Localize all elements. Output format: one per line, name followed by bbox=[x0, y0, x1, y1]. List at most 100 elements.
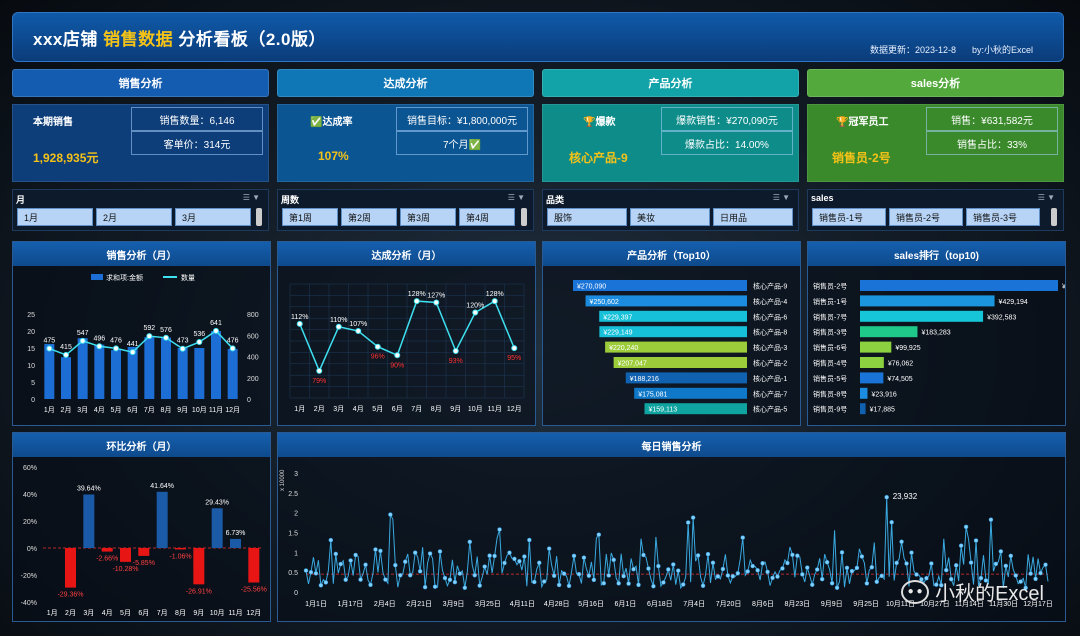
slicer-sales: sales ☰ ▼ 销售员-1号 销售员-2号 销售员-3号 bbox=[807, 189, 1064, 231]
panel-achieve-month: 达成分析（月） 112% 79% 110% 107% 96% 90% 128% 127% 93%… bbox=[277, 241, 536, 426]
bar bbox=[230, 538, 241, 548]
point bbox=[666, 567, 671, 572]
section-header-achieve[interactable]: 达成分析 bbox=[277, 69, 534, 97]
bar bbox=[120, 548, 131, 562]
data-label: ¥270,090 bbox=[577, 284, 606, 291]
point bbox=[517, 558, 522, 564]
point bbox=[680, 582, 686, 587]
section-header-staff[interactable]: sales分析 bbox=[807, 69, 1064, 97]
point bbox=[601, 580, 607, 586]
clear-filter-icon[interactable]: ☰ ▼ bbox=[1038, 193, 1055, 202]
data-label: -29.36% bbox=[57, 592, 83, 599]
category-label: 销售员-1号 bbox=[813, 297, 847, 306]
chart-sales-month: 求和项:金额 数量 0 5 10 15 20 25 0 200 400 600 800 475 415 547… bbox=[27, 273, 259, 414]
slicer-item[interactable]: 第1周 bbox=[282, 208, 338, 226]
point bbox=[388, 512, 393, 517]
point bbox=[968, 560, 974, 565]
category-label: 销售员-4号 bbox=[813, 359, 847, 368]
x-tick-label: 10月 bbox=[210, 609, 225, 617]
point bbox=[532, 579, 537, 585]
point bbox=[993, 561, 999, 567]
section-header-product[interactable]: 产品分析 bbox=[542, 69, 799, 97]
point bbox=[363, 562, 368, 567]
title-bar: xxx店铺 销售数据 分析看板（2.0版） 数据更新：2023-12-8 by:小… bbox=[12, 12, 1064, 62]
slicer-item[interactable]: 日用品 bbox=[713, 208, 793, 226]
x-tick-label: 1月1日 bbox=[305, 600, 327, 608]
point bbox=[671, 562, 676, 567]
data-label: 592 bbox=[143, 325, 155, 332]
section-header-sales[interactable]: 销售分析 bbox=[12, 69, 269, 97]
slicer-item[interactable]: 第4周 bbox=[459, 208, 515, 226]
point bbox=[551, 573, 557, 578]
x-tick-label: 4月11日 bbox=[510, 600, 535, 608]
point bbox=[393, 562, 398, 568]
point bbox=[780, 566, 785, 571]
data-label: -25.56% bbox=[241, 587, 267, 594]
point bbox=[541, 579, 547, 584]
point bbox=[417, 569, 423, 574]
panel-sales-month: 销售分析（月） 求和项:金额 数量 0 5 10 15 20 25 0 200 400 600 800 4… bbox=[12, 241, 271, 426]
slicer-item[interactable]: 1月 bbox=[17, 208, 93, 226]
slicer-scrollbar[interactable] bbox=[256, 208, 262, 226]
category-label: 核心产品-3 bbox=[753, 343, 787, 352]
point bbox=[318, 583, 324, 588]
point bbox=[591, 577, 597, 583]
data-label: 41.64% bbox=[150, 483, 174, 490]
slicer-item[interactable]: 3月 bbox=[175, 208, 251, 226]
point bbox=[482, 564, 487, 569]
point bbox=[849, 568, 855, 574]
clear-filter-icon[interactable]: ☰ ▼ bbox=[243, 193, 260, 202]
x-tick-label: 4月 bbox=[102, 609, 113, 617]
data-label: ¥392,583 bbox=[987, 314, 1016, 321]
data-label: 476 bbox=[227, 337, 239, 344]
data-label: 127% bbox=[427, 293, 445, 300]
point bbox=[196, 339, 203, 346]
bar bbox=[138, 548, 150, 556]
bar bbox=[860, 341, 892, 353]
bar bbox=[111, 350, 121, 399]
bar bbox=[83, 494, 95, 548]
slicer-item[interactable]: 美妆 bbox=[630, 208, 710, 226]
data-label: 112% bbox=[291, 314, 308, 321]
panel-product-top: 产品分析（Top10） ¥270,090 核心产品-9 ¥250,602 核心产品-4… bbox=[542, 241, 801, 426]
slicer-item[interactable]: 销售员-3号 bbox=[966, 208, 1040, 226]
kpi-card-staff: 🏆冠军员工 销售员-2号 销售：¥631,582元 销售占比：33% bbox=[807, 104, 1064, 182]
data-label: 96% bbox=[371, 354, 385, 361]
point bbox=[472, 309, 479, 316]
point bbox=[368, 582, 373, 588]
slicer-item[interactable]: 服饰 bbox=[547, 208, 627, 226]
x-tick-label: 8月6日 bbox=[752, 600, 774, 608]
slicer-item[interactable]: 销售员-2号 bbox=[889, 208, 963, 226]
panel-sales-rank: sales排行（top10) ¥631,582销售员-2号¥429,194销售员… bbox=[807, 241, 1066, 426]
point bbox=[745, 569, 750, 574]
slicer-scrollbar[interactable] bbox=[521, 208, 527, 226]
slicer-item[interactable]: 销售员-1号 bbox=[812, 208, 886, 226]
y-tick-label: 0 bbox=[31, 397, 35, 404]
point bbox=[963, 524, 969, 530]
point bbox=[179, 345, 186, 352]
point bbox=[146, 333, 153, 340]
point bbox=[944, 567, 949, 573]
data-label: 536 bbox=[193, 331, 205, 338]
x-tick-label: 12月 bbox=[246, 609, 261, 617]
bar bbox=[194, 348, 205, 399]
data-label: 79% bbox=[312, 378, 326, 385]
point bbox=[854, 565, 860, 571]
x-tick-label: 11月 bbox=[228, 609, 242, 617]
point bbox=[884, 494, 889, 500]
x-tick-label: 1月 bbox=[294, 405, 305, 413]
point bbox=[229, 345, 236, 352]
slicer-item[interactable]: 第2周 bbox=[341, 208, 397, 226]
clear-filter-icon[interactable]: ☰ ▼ bbox=[773, 193, 790, 202]
point bbox=[335, 323, 342, 330]
x-tick-label: 7月 bbox=[411, 405, 422, 413]
clear-filter-icon[interactable]: ☰ ▼ bbox=[508, 193, 525, 202]
data-label: 90% bbox=[390, 362, 404, 369]
y2-tick-label: 0 bbox=[247, 397, 251, 404]
point bbox=[760, 561, 765, 566]
slicer-item[interactable]: 2月 bbox=[96, 208, 172, 226]
bar bbox=[77, 338, 88, 399]
slicer-scrollbar[interactable] bbox=[1051, 208, 1057, 226]
slicer-week: 周数 ☰ ▼ 第1周 第2周 第3周 第4周 bbox=[277, 189, 534, 231]
slicer-item[interactable]: 第3周 bbox=[400, 208, 456, 226]
